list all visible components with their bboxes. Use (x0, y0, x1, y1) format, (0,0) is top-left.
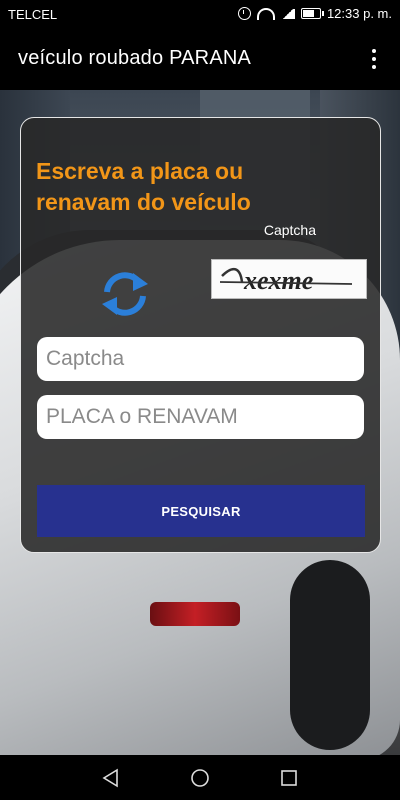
refresh-icon[interactable] (93, 262, 157, 326)
signal-icon (280, 8, 295, 19)
overflow-menu-icon[interactable] (362, 46, 386, 74)
app-title: veículo roubado PARANA (18, 47, 252, 69)
back-icon[interactable] (100, 767, 122, 789)
plate-renavam-input[interactable] (37, 395, 364, 439)
search-card: Escreva a placa ou renavam do veículo Ca… (20, 117, 381, 553)
wifi-icon (256, 7, 275, 20)
battery-icon (300, 8, 324, 19)
captcha-text: xexme (243, 266, 313, 295)
menu-dot (372, 49, 376, 53)
car-tire (290, 560, 370, 750)
car-taillight (150, 602, 240, 626)
app-bar: veículo roubado PARANA (0, 30, 400, 90)
search-button[interactable]: PESQUISAR (37, 485, 365, 537)
carrier-name: TELCEL (8, 7, 58, 22)
status-time: 12:33 p. m. (326, 6, 392, 21)
alarm-icon (237, 7, 251, 20)
captcha-label: Captcha (263, 222, 316, 238)
home-icon[interactable] (189, 767, 211, 789)
menu-dot (372, 65, 376, 69)
navigation-bar (0, 755, 400, 800)
status-icons: 12:33 p. m. (237, 6, 392, 21)
menu-dot (372, 57, 376, 61)
recents-icon[interactable] (278, 767, 300, 789)
status-bar: TELCEL 12:33 p. m. (0, 0, 400, 30)
form-heading: Escreva a placa ou renavam do veículo (36, 158, 251, 215)
captcha-input[interactable] (37, 337, 364, 381)
captcha-image: xexme (211, 259, 367, 299)
